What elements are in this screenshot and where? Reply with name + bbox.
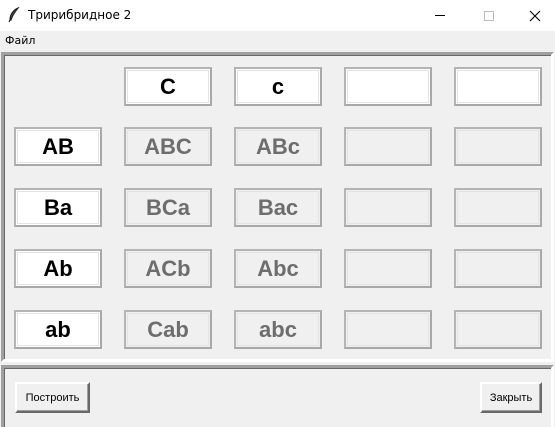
result-cell — [344, 188, 432, 227]
window-title: Тририбридное 2 — [28, 8, 132, 22]
header-cell-label: C — [160, 73, 176, 99]
close-button[interactable]: Закрыть — [480, 382, 542, 413]
menu-file[interactable]: Файл — [5, 34, 35, 48]
result-cell — [454, 310, 542, 349]
result-cell — [454, 188, 542, 227]
result-cell — [454, 127, 542, 166]
feather-icon — [7, 6, 23, 23]
result-text: Cab — [147, 316, 189, 342]
header-cell-empty-3[interactable] — [344, 67, 432, 106]
row-label-AB[interactable]: AB — [14, 127, 102, 166]
result-cell: ABC — [124, 127, 212, 166]
minimize-icon — [435, 15, 445, 16]
result-cell: ACb — [124, 249, 212, 288]
build-button[interactable]: Построить — [15, 382, 90, 413]
header-cell-C[interactable]: C — [124, 67, 212, 106]
title-bar: Тририбридное 2 — [0, 0, 555, 31]
result-text: Abc — [257, 255, 299, 281]
maximize-icon — [484, 10, 494, 21]
row-label: AB — [42, 133, 74, 159]
menu-bar: Файл — [0, 31, 555, 51]
close-button-label: Закрыть — [489, 391, 533, 404]
row-label: ab — [45, 316, 71, 342]
result-cell — [344, 310, 432, 349]
maximize-button[interactable] — [466, 0, 512, 31]
punnett-grid: C c AB ABC ABc Ba BCa Bac Ab ACb Abc ab … — [1, 52, 554, 362]
result-cell: Abc — [234, 249, 322, 288]
row-label-ab[interactable]: ab — [14, 310, 102, 349]
result-cell: BCa — [124, 188, 212, 227]
close-window-button[interactable] — [512, 0, 555, 31]
header-cell-c[interactable]: c — [234, 67, 322, 106]
button-panel: Построить Закрыть — [1, 365, 554, 427]
result-cell — [344, 127, 432, 166]
result-cell: abc — [234, 310, 322, 349]
result-cell — [454, 249, 542, 288]
result-text: abc — [259, 316, 297, 342]
result-cell: Bac — [234, 188, 322, 227]
minimize-button[interactable] — [417, 0, 463, 31]
result-text: ABc — [255, 133, 300, 159]
result-text: ACb — [145, 255, 191, 281]
result-cell: Cab — [124, 310, 212, 349]
row-label-Ab[interactable]: Ab — [14, 249, 102, 288]
header-cell-empty-4[interactable] — [454, 67, 542, 106]
close-icon — [529, 10, 541, 21]
result-cell: ABc — [234, 127, 322, 166]
result-cell — [344, 249, 432, 288]
result-text: ABC — [144, 133, 192, 159]
row-label: Ab — [43, 255, 73, 281]
header-cell-label: c — [271, 73, 285, 99]
row-label-Ba[interactable]: Ba — [14, 188, 102, 227]
build-button-label: Построить — [25, 391, 80, 404]
result-text: Bac — [257, 194, 299, 220]
result-text: BCa — [145, 194, 190, 220]
row-label: Ba — [43, 194, 73, 220]
